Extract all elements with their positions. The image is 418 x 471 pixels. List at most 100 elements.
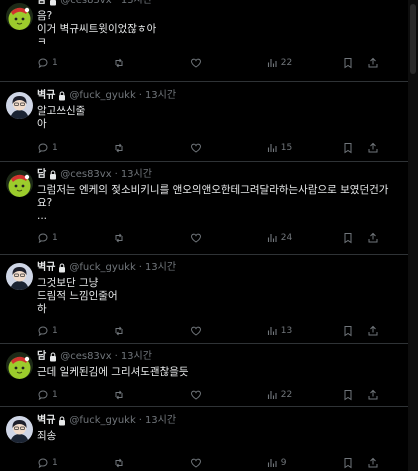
reply-button[interactable]: 1 [37,389,65,401]
retweet-icon [115,143,123,153]
reply-button[interactable]: 1 [37,325,65,337]
handle[interactable]: @ces83vx [60,350,111,364]
tweet-text-line: 하 [37,303,47,315]
retweet-button[interactable] [113,389,141,401]
display-name[interactable]: 담 [37,168,46,182]
share-button[interactable] [367,142,382,154]
tweet-text-line: 이거 벽규씨트윗이었잖ㅎ아 [37,23,157,35]
retweet-button[interactable] [113,57,141,69]
handle[interactable]: @fuck_gyukk [69,414,135,428]
bookmark-button[interactable] [342,142,357,154]
bookmark-button[interactable] [342,389,357,401]
bookmark-button[interactable] [342,325,357,337]
share-button[interactable] [367,57,382,69]
like-button[interactable] [190,325,218,337]
like-button[interactable] [190,232,218,244]
display-name[interactable]: 벽규 [37,414,55,428]
retweet-icon [115,58,123,68]
reply-button[interactable]: 1 [37,232,65,244]
retweet-button[interactable] [113,142,141,154]
tweet-text-line: 그럼저는 엔케의 젖소비키니를 앤오의앤오한테그려달라하는사람으로 보였던건가 [37,184,389,196]
views-count: 15 [280,143,293,153]
separator-dot: · [138,262,142,273]
reply-button[interactable]: 1 [37,142,65,154]
avatar[interactable] [6,3,33,30]
views-icon [267,144,277,152]
views-count: 22 [280,390,293,400]
handle[interactable]: @fuck_gyukk [69,261,135,275]
tweet[interactable]: 담 @ces83vx · 13시간 근데 일케된김에 그리셔도괜찮을듯 1 22 [0,344,408,407]
tweet-text-line: 아 [37,118,47,130]
tweet-text: 그럼저는 엔케의 젖소비키니를 앤오의앤오한테그려달라하는사람으로 보였던건가 요… [37,184,400,223]
bookmark-button[interactable] [342,457,357,469]
scrollbar-thumb[interactable] [410,4,416,74]
avatar[interactable] [6,263,33,290]
avatar[interactable] [6,416,33,443]
tweet-header: 벽규 @fuck_gyukk · 13시간 [37,261,400,275]
timestamp[interactable]: 13시간 [145,261,176,275]
handle[interactable]: @fuck_gyukk [69,89,135,103]
share-button[interactable] [367,232,382,244]
views-button[interactable]: 9 [266,457,294,469]
views-count: 22 [280,58,293,68]
timestamp[interactable]: 13시간 [145,89,176,103]
bookmark-icon [344,390,352,401]
handle[interactable]: @ces83vx [60,168,111,182]
like-button[interactable] [190,142,218,154]
tweet-text-line: ... [37,210,48,222]
views-button[interactable]: 15 [266,142,294,154]
handle[interactable]: @ces83vx [60,0,111,8]
timestamp[interactable]: 13시간 [121,168,152,182]
display-name[interactable]: 벽규 [37,261,55,275]
display-name[interactable]: 담 [37,0,46,8]
views-button[interactable]: 24 [266,232,294,244]
scrollbar[interactable] [408,0,418,471]
display-name[interactable]: 담 [37,350,46,364]
tweet-text-line: 드림적 느낌인줄어 [37,290,118,302]
bookmark-icon [344,233,352,244]
like-button[interactable] [190,389,218,401]
retweet-button[interactable] [113,325,141,337]
lock-icon [49,170,57,180]
lock-icon [58,91,66,101]
tweet-text-line: 그것보단 그냥 [37,277,99,289]
tweet-header: 벽규 @fuck_gyukk · 13시간 [37,89,400,103]
retweet-icon [115,233,123,243]
reply-count: 1 [52,143,58,153]
timestamp[interactable]: 13시간 [121,350,152,364]
tweet[interactable]: 벽규 @fuck_gyukk · 13시간 죄송 1 9 [0,407,408,471]
like-button[interactable] [190,457,218,469]
reply-icon [38,143,48,154]
secondary-actions [342,389,382,401]
tweet[interactable]: 벽규 @fuck_gyukk · 13시간 그것보단 그냥 드림적 느낌인줄어 하 … [0,255,408,344]
tweet-header: 담 @ces83vx · 13시간 [37,168,400,182]
like-button[interactable] [190,57,218,69]
avatar[interactable] [6,92,33,119]
bookmark-button[interactable] [342,232,357,244]
action-bar: 1 22 [37,388,382,402]
action-bar: 1 13 [37,324,382,338]
share-icon [368,142,378,153]
tweet[interactable]: 벽규 @fuck_gyukk · 13시간 알고쓰신줄 아 1 15 [0,82,408,162]
avatar[interactable] [6,170,33,197]
retweet-button[interactable] [113,457,141,469]
share-button[interactable] [367,457,382,469]
heart-icon [190,58,201,68]
views-button[interactable]: 13 [266,325,294,337]
share-button[interactable] [367,389,382,401]
avatar[interactable] [6,352,33,379]
tweet[interactable]: 담 @ces83vx · 13시간 그럼저는 엔케의 젖소비키니를 앤오의앤오한… [0,162,408,255]
views-button[interactable]: 22 [266,389,294,401]
retweet-button[interactable] [113,232,141,244]
tweet[interactable]: 담 @ces83vx · 13시간 음? 이거 벽규씨트윗이었잖ㅎ아 ㅋ 1 2… [0,0,408,82]
retweet-icon [115,458,123,468]
views-button[interactable]: 22 [266,57,294,69]
display-name[interactable]: 벽규 [37,89,55,103]
share-button[interactable] [367,325,382,337]
timestamp[interactable]: 13시간 [121,0,152,8]
timestamp[interactable]: 13시간 [145,414,176,428]
bookmark-button[interactable] [342,57,357,69]
reply-button[interactable]: 1 [37,457,65,469]
reply-button[interactable]: 1 [37,57,65,69]
tweet-content: 담 @ces83vx · 13시간 음? 이거 벽규씨트윗이었잖ㅎ아 ㅋ [37,0,400,49]
